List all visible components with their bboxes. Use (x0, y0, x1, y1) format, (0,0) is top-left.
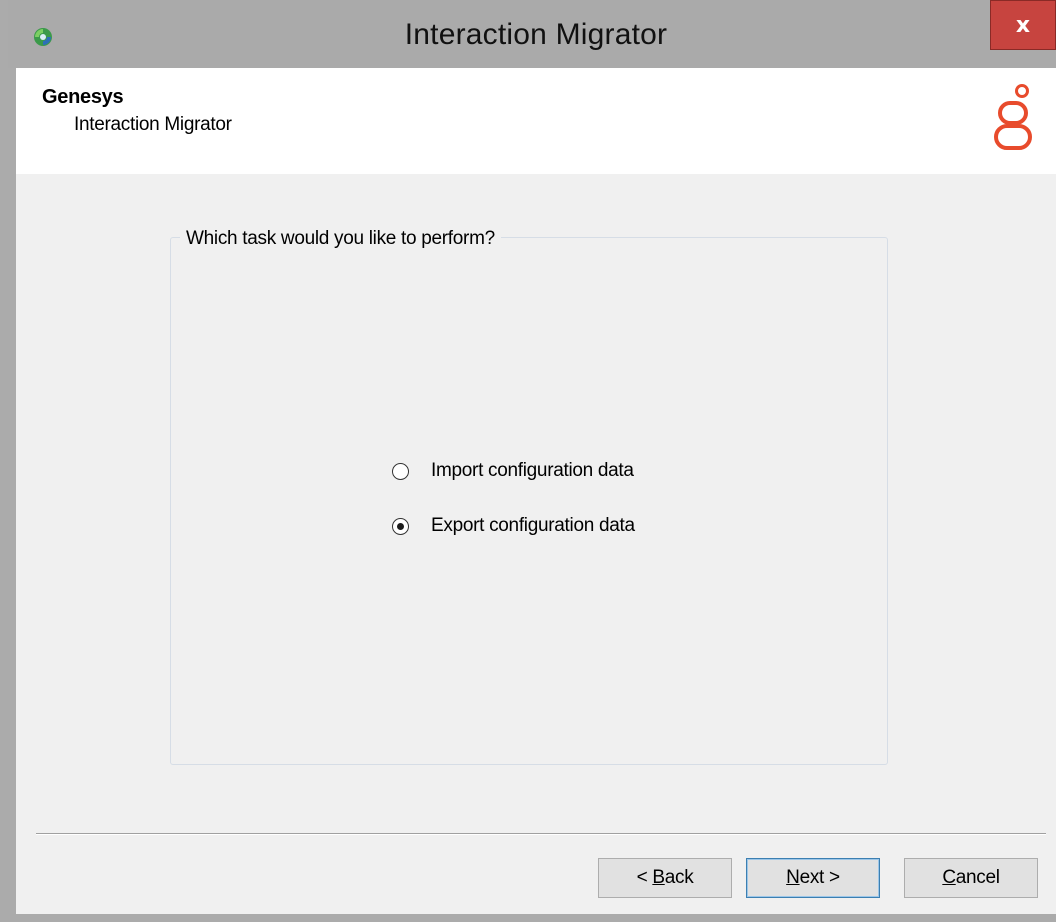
import-option[interactable]: Import configuration data (392, 457, 634, 485)
cancel-mnemonic: C (942, 867, 956, 888)
wizard-header: Genesys Interaction Migrator (16, 68, 1056, 174)
next-mnemonic: N (786, 867, 800, 888)
window-title: Interaction Migrator (404, 18, 668, 51)
task-group-legend: Which task would you like to perform? (180, 228, 501, 250)
close-icon: x (1015, 12, 1031, 38)
next-rest: ext > (799, 867, 841, 888)
next-button[interactable]: Next > (746, 858, 880, 898)
import-label[interactable]: Import configuration data (431, 460, 634, 482)
import-radio[interactable] (392, 462, 409, 480)
header-subtitle: Interaction Migrator (74, 114, 232, 135)
back-mnemonic: B (652, 867, 665, 888)
title-bar[interactable]: Interaction Migrator x (8, 0, 1056, 68)
app-window: Interaction Migrator x Genesys Interacti… (0, 0, 1056, 922)
client-area: Genesys Interaction Migrator Which task … (16, 68, 1056, 914)
cancel-button[interactable]: Cancel (904, 858, 1038, 898)
export-option[interactable]: Export configuration data (392, 512, 635, 540)
back-rest: ack (664, 867, 694, 888)
export-radio[interactable] (392, 517, 409, 535)
back-prefix: < (636, 867, 653, 888)
header-title: Genesys (42, 86, 124, 108)
back-button[interactable]: < Back (598, 858, 732, 898)
footer-separator (36, 833, 1046, 835)
export-label[interactable]: Export configuration data (431, 515, 635, 537)
task-group-box (170, 237, 888, 765)
close-button[interactable]: x (990, 0, 1056, 50)
genesys-logo-icon (994, 84, 1032, 150)
cancel-rest: ancel (955, 867, 1000, 888)
